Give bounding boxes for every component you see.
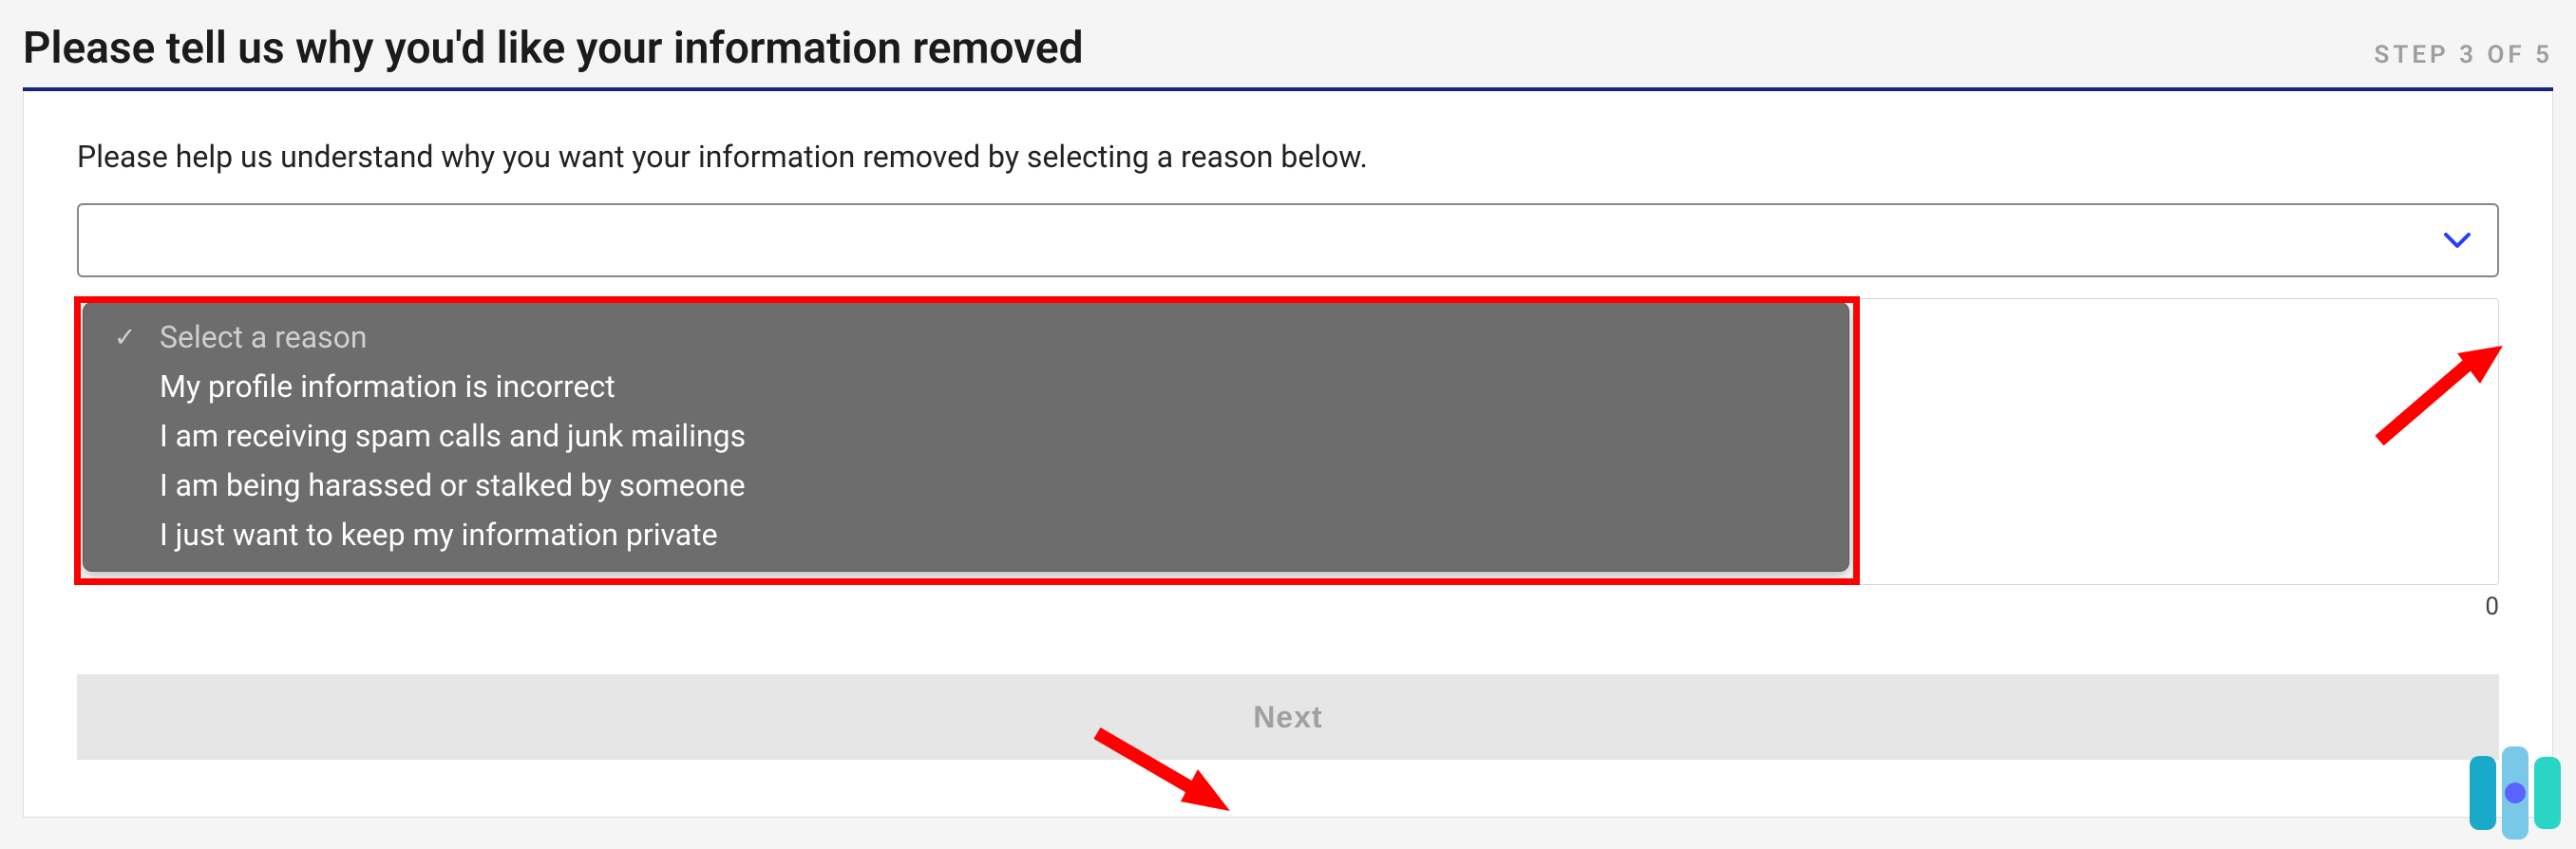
checkmark-icon: ✓ xyxy=(114,322,136,353)
badge-bar-icon xyxy=(2470,756,2496,830)
page-title: Please tell us why you'd like your infor… xyxy=(23,23,1084,74)
badge-bar-icon xyxy=(2534,757,2561,829)
instruction-text: Please help us understand why you want y… xyxy=(77,139,2499,175)
dropdown-option[interactable]: I am receiving spam calls and junk maili… xyxy=(84,411,1848,461)
chevron-down-icon xyxy=(2444,225,2471,256)
dropdown-option-label: I am being harassed or stalked by someon… xyxy=(160,467,746,503)
dropdown-option[interactable]: I am being harassed or stalked by someon… xyxy=(84,461,1848,510)
dropdown-option-label: I am receiving spam calls and junk maili… xyxy=(160,418,746,454)
reason-select[interactable] xyxy=(77,203,2499,277)
dropdown-option-label: My profile information is incorrect xyxy=(160,368,616,405)
dropdown-option-placeholder[interactable]: ✓ Select a reason xyxy=(84,312,1848,362)
form-header: Please tell us why you'd like your infor… xyxy=(23,23,2553,91)
dropdown-option-label: Select a reason xyxy=(160,319,368,355)
reason-dropdown-menu: ✓ Select a reason My profile information… xyxy=(83,302,1849,572)
form-card: Please help us understand why you want y… xyxy=(23,91,2553,818)
dropdown-option[interactable]: My profile information is incorrect xyxy=(84,362,1848,411)
char-count: 0 xyxy=(77,585,2499,621)
dropdown-option-label: I just want to keep my information priva… xyxy=(160,517,718,553)
brand-badge xyxy=(2470,746,2561,840)
badge-bar-icon xyxy=(2502,746,2529,840)
step-indicator: STEP 3 OF 5 xyxy=(2374,41,2553,69)
dropdown-option[interactable]: I just want to keep my information priva… xyxy=(84,510,1848,559)
next-button[interactable]: Next xyxy=(77,674,2499,760)
